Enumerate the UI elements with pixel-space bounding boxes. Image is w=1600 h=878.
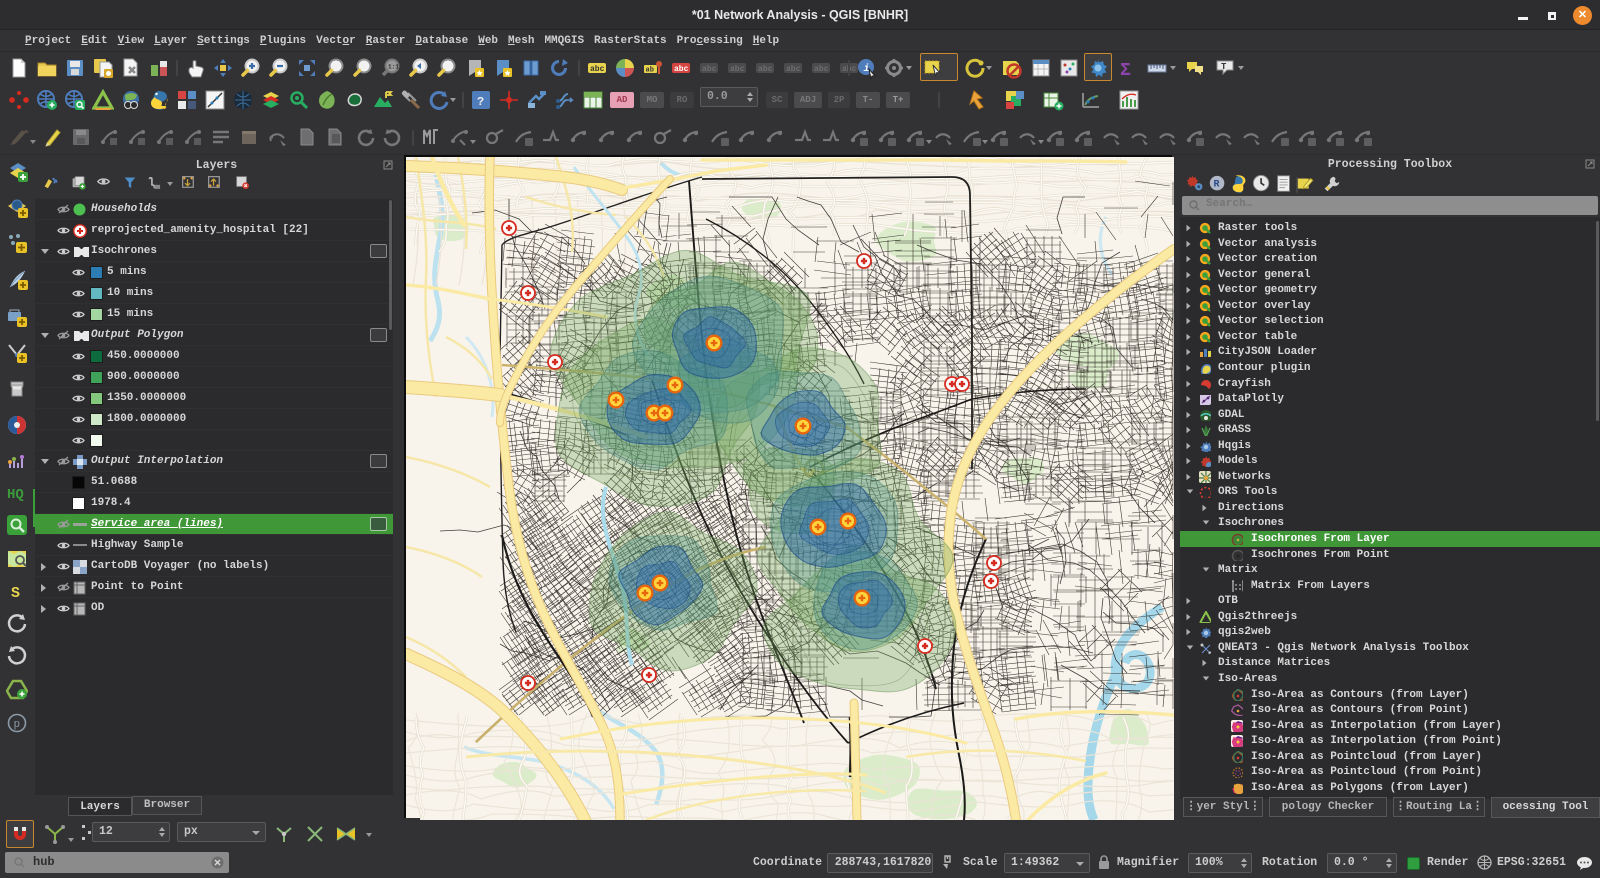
svg-text:p: p [14, 719, 21, 731]
svg-text:Σ: Σ [1120, 61, 1131, 79]
svg-text:abc: abc [674, 65, 689, 74]
svg-text:abc: abc [702, 65, 717, 74]
svg-text:1:1: 1:1 [388, 64, 399, 71]
svg-text:abc: abc [814, 65, 829, 74]
svg-text:abc: abc [786, 65, 801, 74]
svg-text:abc: abc [758, 65, 773, 74]
svg-text:?: ? [477, 95, 484, 109]
svg-text:T: T [1221, 62, 1227, 72]
svg-text:abc: abc [730, 65, 745, 74]
svg-text:R: R [1213, 180, 1219, 191]
svg-text:HQ: HQ [7, 487, 24, 503]
svg-text:S: S [11, 585, 20, 602]
svg-text:ab: ab [646, 67, 654, 75]
svg-text:abc: abc [590, 65, 605, 74]
